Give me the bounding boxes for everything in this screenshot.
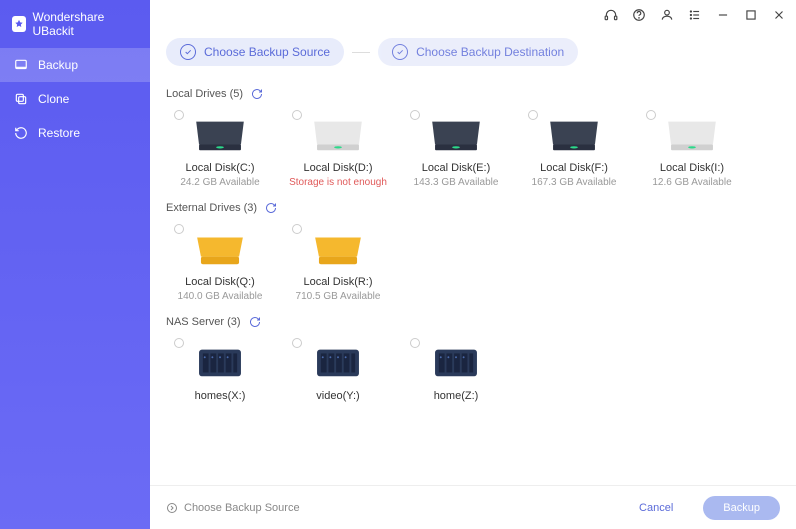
drive-name: Local Disk(D:) — [303, 162, 372, 174]
nav-clone[interactable]: Clone — [0, 82, 150, 116]
maximize-icon[interactable] — [744, 8, 758, 22]
app-logo: Wondershare UBackit — [0, 0, 150, 48]
drive-card[interactable]: Local Disk(I:) 12.6 GB Available — [638, 110, 746, 188]
disk-icon — [663, 114, 721, 154]
steps: Choose Backup Source Choose Backup Desti… — [150, 30, 796, 74]
nas-icon — [427, 342, 485, 382]
footer-actions: Cancel Backup — [619, 496, 780, 520]
external-drive-icon — [191, 228, 249, 268]
disk-icon — [191, 114, 249, 154]
footer-text: Choose Backup Source — [184, 502, 300, 514]
logo-icon — [12, 16, 26, 32]
titlebar — [150, 0, 796, 30]
drive-subtext: 167.3 GB Available — [532, 177, 617, 188]
drive-name: home(Z:) — [434, 390, 479, 402]
section-header-nas: NAS Server (3) — [166, 316, 780, 328]
nav-restore[interactable]: Restore — [0, 116, 150, 150]
drive-radio[interactable] — [292, 338, 302, 348]
drive-card[interactable]: Local Disk(R:) 710.5 GB Available — [284, 224, 392, 302]
drive-subtext: 710.5 GB Available — [296, 291, 381, 302]
footer-status: Choose Backup Source — [166, 502, 300, 514]
clone-icon — [14, 92, 28, 106]
backup-button[interactable]: Backup — [703, 496, 780, 520]
drive-subtext: 140.0 GB Available — [178, 291, 263, 302]
local-drives-grid: Local Disk(C:) 24.2 GB Available Local D… — [166, 110, 780, 188]
drive-card[interactable]: homes(X:) — [166, 338, 274, 402]
help-icon[interactable] — [632, 8, 646, 22]
disk-icon — [545, 114, 603, 154]
step-destination[interactable]: Choose Backup Destination — [378, 38, 578, 66]
drive-card[interactable]: Local Disk(Q:) 140.0 GB Available — [166, 224, 274, 302]
drive-radio[interactable] — [174, 338, 184, 348]
drive-name: homes(X:) — [195, 390, 246, 402]
drive-subtext: 12.6 GB Available — [652, 177, 731, 188]
disk-icon — [309, 114, 367, 154]
drive-card[interactable]: video(Y:) — [284, 338, 392, 402]
disk-icon — [427, 114, 485, 154]
refresh-icon[interactable] — [251, 88, 263, 100]
drive-name: Local Disk(F:) — [540, 162, 608, 174]
nav-label: Backup — [38, 58, 78, 72]
content: Local Drives (5) Local Disk(C:) 24.2 GB … — [150, 74, 796, 485]
drive-radio[interactable] — [292, 110, 302, 120]
drive-name: Local Disk(Q:) — [185, 276, 255, 288]
drive-subtext: Storage is not enough — [289, 177, 387, 188]
drive-subtext: 24.2 GB Available — [180, 177, 259, 188]
chevron-icon — [166, 502, 178, 514]
drive-radio[interactable] — [174, 110, 184, 120]
check-icon — [392, 44, 408, 60]
drive-name: video(Y:) — [316, 390, 359, 402]
external-drives-grid: Local Disk(Q:) 140.0 GB Available Local … — [166, 224, 780, 302]
refresh-icon[interactable] — [265, 202, 277, 214]
drive-card[interactable]: Local Disk(D:) Storage is not enough — [284, 110, 392, 188]
menu-icon[interactable] — [688, 8, 702, 22]
drive-radio[interactable] — [292, 224, 302, 234]
external-drive-icon — [309, 228, 367, 268]
close-icon[interactable] — [772, 8, 786, 22]
headset-icon[interactable] — [604, 8, 618, 22]
drive-card[interactable]: Local Disk(C:) 24.2 GB Available — [166, 110, 274, 188]
main: Choose Backup Source Choose Backup Desti… — [150, 0, 796, 529]
drive-subtext: 143.3 GB Available — [414, 177, 499, 188]
step-label: Choose Backup Destination — [416, 45, 564, 59]
drive-radio[interactable] — [646, 110, 656, 120]
nas-icon — [191, 342, 249, 382]
restore-icon — [14, 126, 28, 140]
drive-name: Local Disk(C:) — [185, 162, 254, 174]
minimize-icon[interactable] — [716, 8, 730, 22]
drive-card[interactable]: Local Disk(F:) 167.3 GB Available — [520, 110, 628, 188]
drive-radio[interactable] — [410, 338, 420, 348]
drive-card[interactable]: home(Z:) — [402, 338, 510, 402]
check-icon — [180, 44, 196, 60]
drive-name: Local Disk(E:) — [422, 162, 490, 174]
section-title: External Drives (3) — [166, 202, 257, 214]
app-title: Wondershare UBackit — [32, 10, 138, 38]
drive-name: Local Disk(R:) — [303, 276, 372, 288]
drive-radio[interactable] — [528, 110, 538, 120]
nav-label: Clone — [38, 92, 69, 106]
section-title: Local Drives (5) — [166, 88, 243, 100]
footer: Choose Backup Source Cancel Backup — [150, 485, 796, 529]
cancel-button[interactable]: Cancel — [619, 496, 693, 520]
section-header-local: Local Drives (5) — [166, 88, 780, 100]
sidebar: Wondershare UBackit Backup Clone Restore — [0, 0, 150, 529]
nas-icon — [309, 342, 367, 382]
drive-radio[interactable] — [410, 110, 420, 120]
user-icon[interactable] — [660, 8, 674, 22]
nav-label: Restore — [38, 126, 80, 140]
drive-card[interactable]: Local Disk(E:) 143.3 GB Available — [402, 110, 510, 188]
step-label: Choose Backup Source — [204, 45, 330, 59]
step-source[interactable]: Choose Backup Source — [166, 38, 344, 66]
nas-drives-grid: homes(X:) video(Y:) home(Z:) — [166, 338, 780, 402]
section-title: NAS Server (3) — [166, 316, 241, 328]
step-connector — [352, 52, 370, 53]
backup-icon — [14, 58, 28, 72]
drive-radio[interactable] — [174, 224, 184, 234]
refresh-icon[interactable] — [249, 316, 261, 328]
section-header-external: External Drives (3) — [166, 202, 780, 214]
nav-backup[interactable]: Backup — [0, 48, 150, 82]
drive-name: Local Disk(I:) — [660, 162, 724, 174]
